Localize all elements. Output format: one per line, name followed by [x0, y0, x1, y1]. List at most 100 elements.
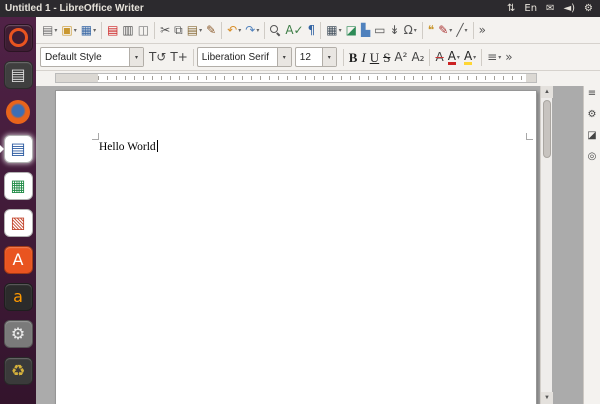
export-pdf-button[interactable]: ▤ — [105, 19, 120, 41]
combobox-dropdown-button[interactable]: ▾ — [321, 48, 336, 66]
insert-image-icon: ◪ — [345, 23, 357, 37]
new-style-button[interactable]: T+ — [168, 46, 189, 68]
paste-icon: ▤ — [186, 23, 199, 37]
trash-icon: ♻ — [10, 360, 26, 380]
track-changes-button[interactable]: ✎ ▾ — [436, 19, 454, 41]
paragraph-style-combobox[interactable]: Default Style ▾ — [40, 47, 144, 67]
dropdown-arrow-icon[interactable]: ▾ — [93, 27, 96, 34]
special-character-button[interactable]: Ω ▾ — [402, 19, 419, 41]
dropdown-arrow-icon[interactable]: ▾ — [54, 27, 57, 34]
document-canvas[interactable]: Hello World ▲ ▼ ≡ ⚙ ◪ ◎ — [36, 86, 600, 404]
toolbar-separator — [342, 48, 344, 66]
scrollbar-thumb[interactable] — [542, 100, 551, 158]
dropdown-arrow-icon[interactable]: ▾ — [414, 27, 417, 34]
subscript-button[interactable]: A₂ — [409, 46, 426, 68]
dropdown-arrow-icon[interactable]: ▾ — [74, 27, 77, 34]
keyboard-layout-indicator[interactable]: En — [524, 0, 537, 17]
magnifier-icon — [270, 24, 281, 36]
vertical-scrollbar[interactable]: ▲ ▼ — [540, 86, 553, 404]
ubuntu-dash-button[interactable] — [0, 19, 36, 56]
find-replace-button[interactable] — [268, 19, 283, 41]
mail-indicator-icon[interactable]: ✉ — [546, 0, 554, 17]
session-menu-icon[interactable]: ⚙ — [584, 0, 593, 17]
toolbar-separator — [154, 21, 156, 39]
combobox-dropdown-button[interactable]: ▾ — [129, 48, 143, 66]
bold-button[interactable]: B — [347, 46, 360, 68]
cut-button[interactable]: ✂ — [158, 19, 172, 41]
files-launcher-button[interactable]: ▤ — [0, 56, 36, 93]
dropdown-arrow-icon[interactable]: ▾ — [457, 54, 460, 61]
firefox-launcher-button[interactable] — [0, 93, 36, 130]
underline-button[interactable]: U — [368, 46, 381, 68]
strikethrough-button[interactable]: S — [381, 46, 392, 68]
impress-launcher-button[interactable]: ▧ — [0, 204, 36, 241]
ubuntu-software-launcher-button[interactable]: A — [0, 241, 36, 278]
dropdown-arrow-icon[interactable]: ▾ — [465, 27, 468, 34]
bullet-list-icon: ≡ — [487, 50, 498, 64]
clone-formatting-button[interactable]: ✎ — [204, 19, 218, 41]
dropdown-arrow-icon[interactable]: ▾ — [256, 27, 259, 34]
combobox-dropdown-button[interactable]: ▾ — [276, 48, 291, 66]
dropdown-arrow-icon[interactable]: ▾ — [199, 27, 202, 34]
new-document-button[interactable]: ▤ ▾ — [40, 19, 59, 41]
insert-comment-button[interactable]: ❝ — [426, 19, 436, 41]
files-icon: ▤ — [10, 64, 26, 84]
highlight-color-button[interactable]: A ▾ — [462, 46, 478, 68]
dropdown-arrow-icon[interactable]: ▾ — [339, 27, 342, 34]
horizontal-ruler[interactable] — [36, 71, 600, 87]
copy-button[interactable]: ⧉ — [172, 19, 185, 41]
toolbar-overflow-button[interactable]: » — [503, 46, 514, 68]
amazon-launcher-button[interactable]: a — [0, 278, 36, 315]
settings-launcher-button[interactable]: ⚙ — [0, 315, 36, 352]
print-button[interactable]: ▥ — [120, 19, 135, 41]
document-text[interactable]: Hello World — [99, 141, 156, 153]
ruler-right-margin — [526, 74, 536, 82]
paragraph[interactable]: Hello World — [99, 140, 158, 153]
bullet-list-button[interactable]: ≡ ▾ — [485, 46, 503, 68]
properties-deck-icon[interactable]: ⚙ — [588, 110, 597, 120]
dropdown-arrow-icon[interactable]: ▾ — [449, 27, 452, 34]
scroll-up-button[interactable]: ▲ — [541, 86, 553, 98]
save-button[interactable]: ▦ ▾ — [79, 19, 98, 41]
update-style-button[interactable]: T↺ — [147, 46, 168, 68]
page[interactable]: Hello World — [55, 90, 537, 404]
libreoffice-calc-icon: ▦ — [10, 175, 26, 195]
redo-button[interactable]: ↷ ▾ — [243, 19, 261, 41]
dropdown-arrow-icon[interactable]: ▾ — [473, 54, 476, 61]
superscript-button[interactable]: A² — [392, 46, 409, 68]
undo-button[interactable]: ↶ ▾ — [225, 19, 243, 41]
scroll-down-button[interactable]: ▼ — [541, 392, 553, 404]
sidebar-menu-icon[interactable]: ≡ — [588, 89, 596, 99]
print-preview-button[interactable]: ◫ — [136, 19, 151, 41]
writer-launcher-button[interactable]: ▤ — [0, 130, 36, 167]
font-size-combobox[interactable]: 12 ▾ — [294, 47, 337, 67]
dropdown-arrow-icon[interactable]: ▾ — [238, 27, 241, 34]
toolbar-separator — [472, 21, 474, 39]
clear-formatting-button[interactable]: A — [433, 46, 445, 68]
gallery-deck-icon[interactable]: ◪ — [587, 131, 596, 141]
italic-button[interactable]: I — [359, 46, 367, 68]
volume-indicator-icon[interactable]: ◄) — [563, 0, 575, 17]
formatting-marks-button[interactable]: ¶ — [306, 19, 318, 41]
dropdown-arrow-icon[interactable]: ▾ — [498, 54, 501, 61]
toolbar-separator — [101, 21, 103, 39]
network-indicator-icon[interactable]: ⇅ — [507, 0, 515, 17]
paste-button[interactable]: ▤ ▾ — [185, 19, 204, 41]
open-file-button[interactable]: ▣ ▾ — [59, 19, 78, 41]
font-color-icon: A — [447, 48, 456, 65]
font-name-combobox[interactable]: Liberation Serif ▾ — [196, 47, 292, 67]
insert-chart-button[interactable]: ▙ — [359, 19, 372, 41]
toolbar-separator — [192, 48, 194, 66]
insert-image-button[interactable]: ◪ — [344, 19, 359, 41]
toolbar-overflow-button[interactable]: » — [477, 19, 488, 41]
insert-textbox-button[interactable]: ▭ — [372, 19, 387, 41]
window-title: Untitled 1 - LibreOffice Writer — [5, 3, 144, 14]
calc-launcher-button[interactable]: ▦ — [0, 167, 36, 204]
insert-page-break-button[interactable]: ↡ — [388, 19, 402, 41]
trash-launcher-button[interactable]: ♻ — [0, 352, 36, 389]
insert-line-button[interactable]: ╱ ▾ — [454, 19, 469, 41]
font-color-button[interactable]: A ▾ — [446, 46, 462, 68]
navigator-deck-icon[interactable]: ◎ — [588, 152, 597, 162]
insert-table-button[interactable]: ▦ ▾ — [324, 19, 343, 41]
spelling-check-button[interactable]: A✓ — [283, 19, 305, 41]
